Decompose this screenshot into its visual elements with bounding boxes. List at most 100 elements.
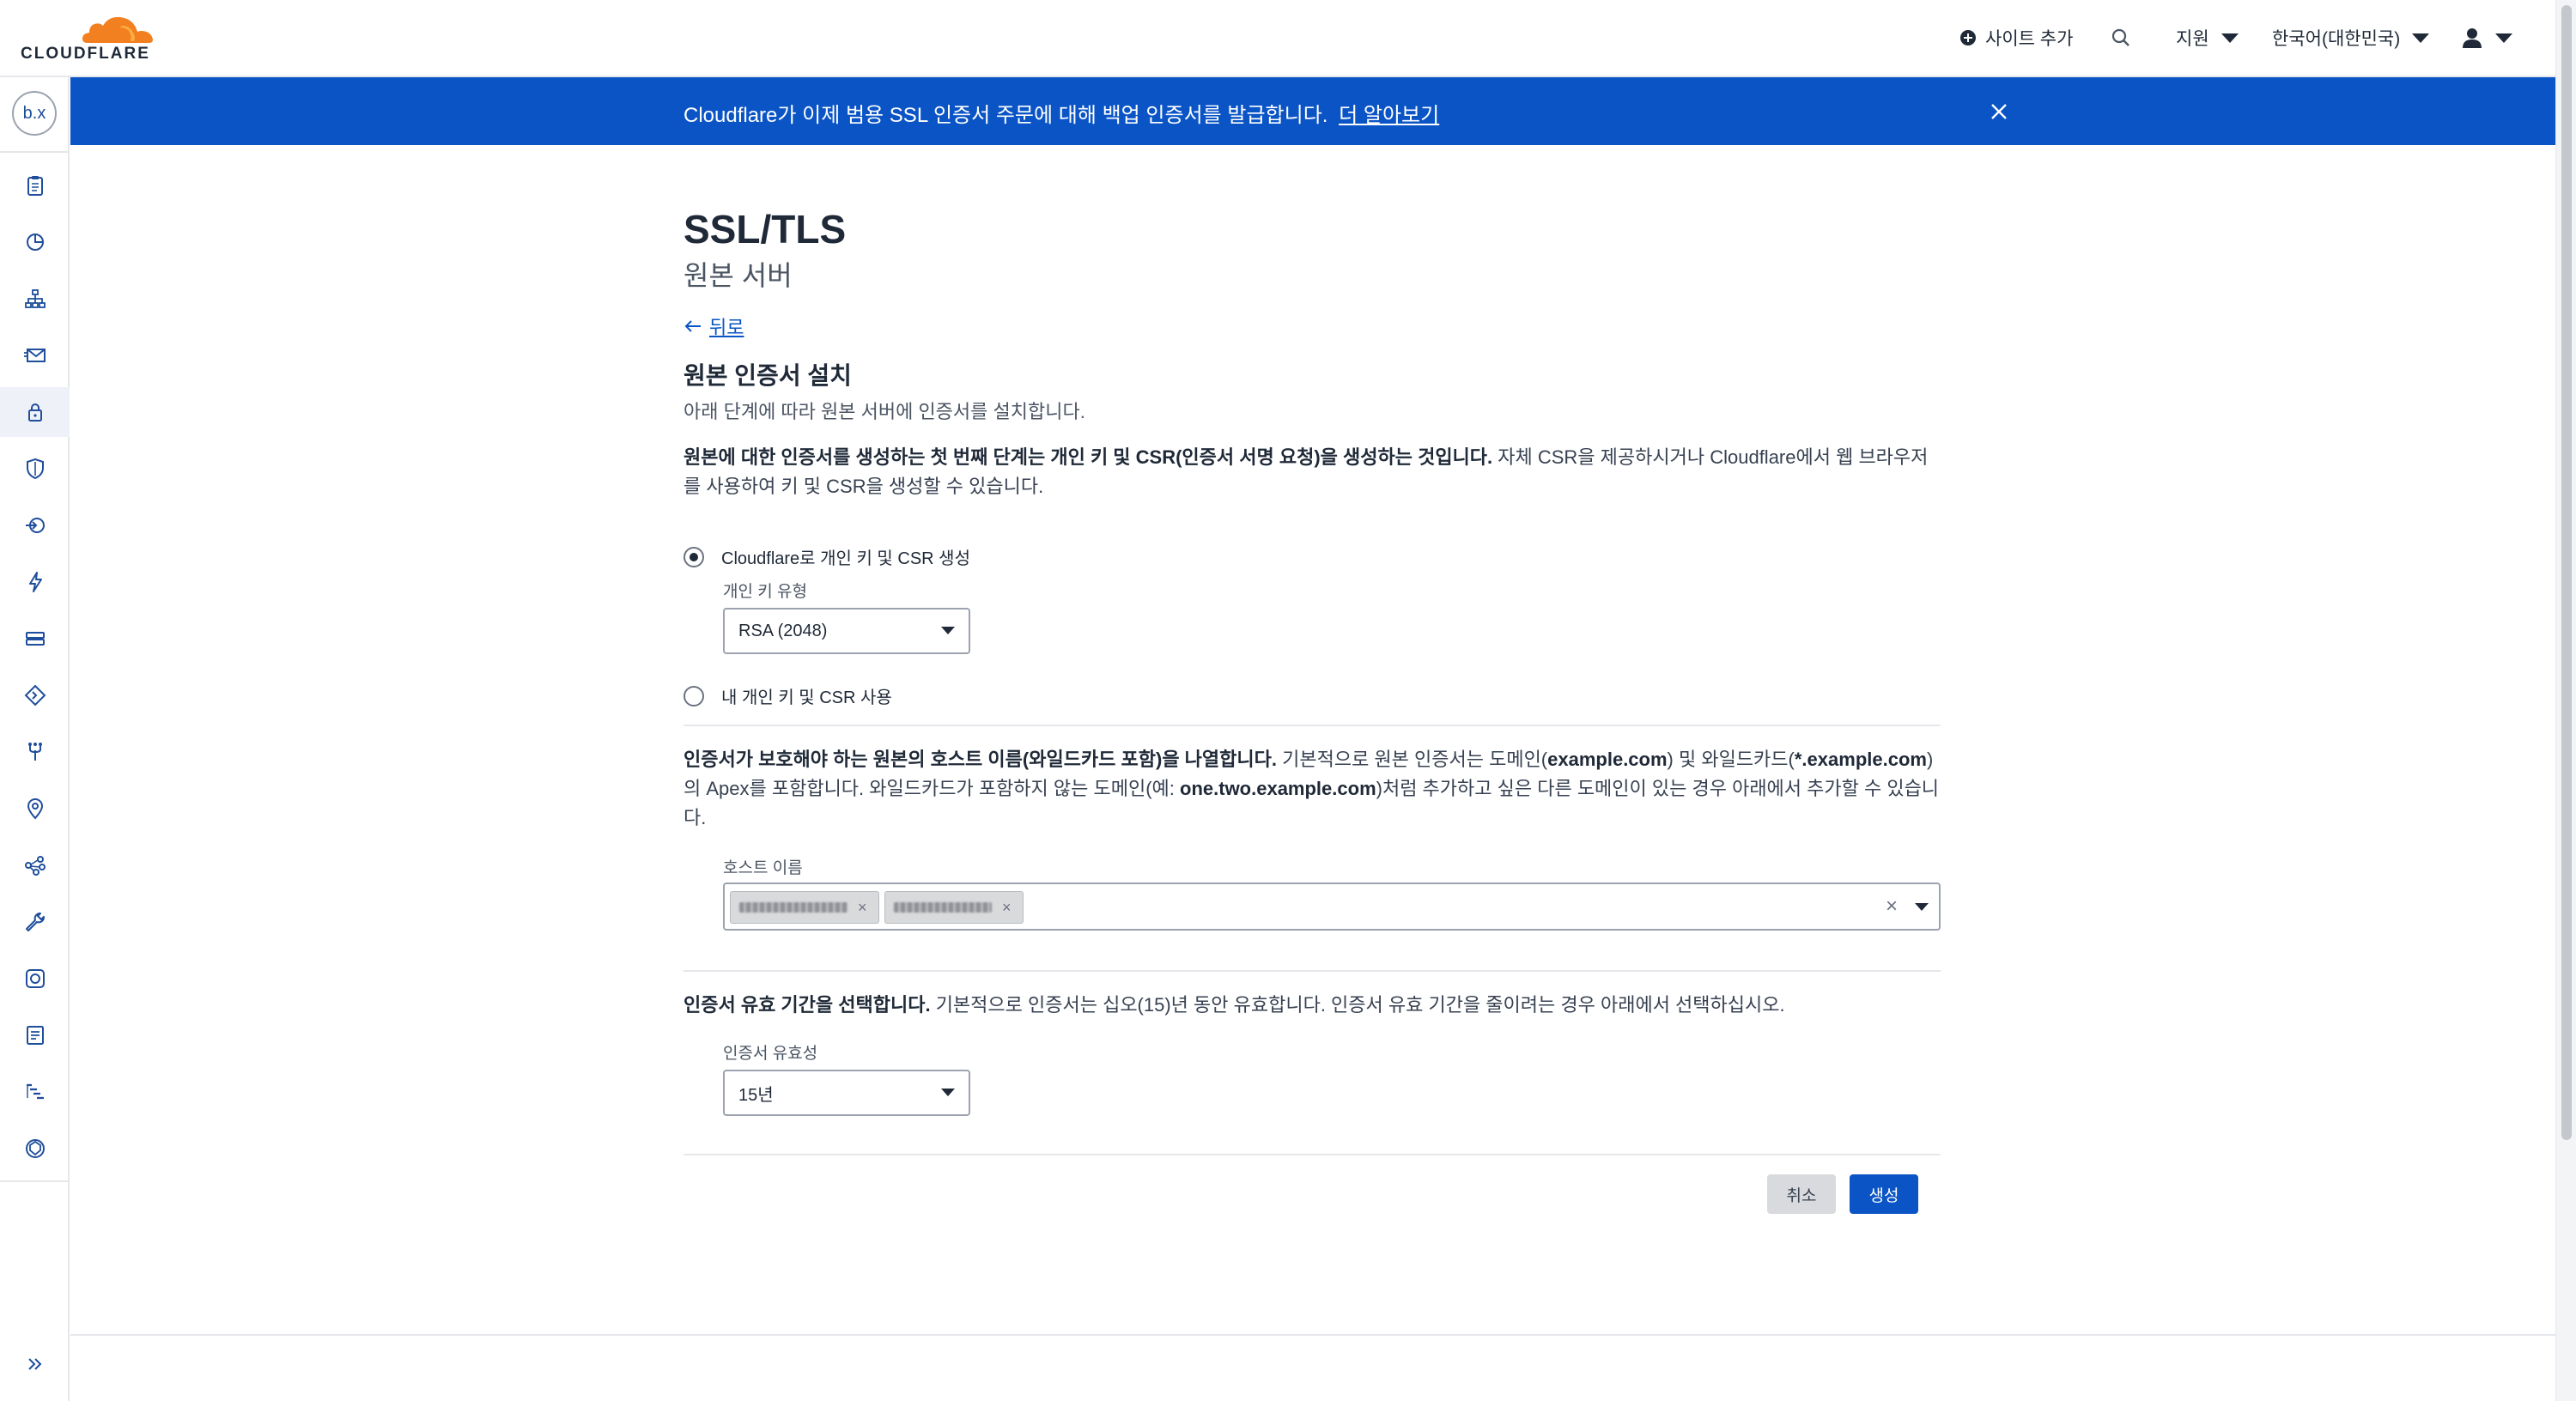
cloud-logo-icon: [82, 16, 153, 43]
radio-generate-with-cloudflare[interactable]: Cloudflare로 개인 키 및 CSR 생성: [683, 544, 970, 569]
sidebar-item-zero-trust[interactable]: [0, 1124, 70, 1174]
shield-icon: [26, 458, 44, 480]
sidebar-item-tools[interactable]: [0, 897, 70, 947]
radio-button-checked[interactable]: [683, 546, 704, 567]
caching-icon: [25, 632, 45, 646]
validity-label: 인증서 유효성: [723, 1045, 818, 1063]
example-wildcard: *.example.com: [1794, 749, 1927, 770]
chevron-down-icon: [941, 627, 955, 634]
sidebar-item-scrape-shield[interactable]: [0, 954, 70, 1004]
chevron-down-icon: [2495, 33, 2512, 43]
key-type-select[interactable]: RSA (2048): [723, 608, 970, 654]
lightning-icon: [28, 572, 42, 592]
page-scrollbar[interactable]: [2555, 0, 2576, 1401]
user-menu[interactable]: [2461, 22, 2512, 53]
search-button[interactable]: [2111, 22, 2131, 53]
zero-trust-icon: [25, 1139, 45, 1158]
hostnames-intro-text: ) 및 와일드카드(: [1667, 749, 1795, 770]
section-divider: [683, 1154, 1941, 1155]
validity-intro: 인증서 유효 기간을 선택합니다. 기본적으로 인증서는 십오(15)년 동안 …: [683, 991, 1941, 1020]
sidebar-item-custom-pages[interactable]: [0, 1010, 70, 1060]
cancel-button[interactable]: 취소: [1767, 1174, 1836, 1214]
top-bar: CLOUDFLARE 사이트 추가 지원 한국어(대한민국): [0, 0, 2555, 77]
validity-intro-text: 기본적으로 인증서는 십오(15)년 동안 유효합니다. 인증서 유효 기간을 …: [930, 994, 1785, 1016]
chevron-down-icon[interactable]: [1915, 903, 1929, 911]
network-icon: [27, 743, 42, 761]
network-tree-icon: [24, 289, 46, 308]
sidebar-item-overview[interactable]: [0, 161, 70, 210]
radio-generate-label: Cloudflare로 개인 키 및 CSR 생성: [721, 549, 970, 568]
chip-remove-button[interactable]: ×: [1002, 899, 1012, 917]
sidebar-item-ssl-tls[interactable]: [0, 387, 70, 437]
radio-own-label: 내 개인 키 및 CSR 사용: [721, 688, 892, 707]
sidebar-item-traffic[interactable]: [0, 784, 70, 834]
chip-remove-button[interactable]: ×: [858, 899, 867, 917]
scrollbar-thumb[interactable]: [2561, 5, 2572, 1140]
sidebar: b.x: [0, 77, 70, 1401]
logs-icon: [26, 1083, 44, 1100]
radio-button-unchecked[interactable]: [683, 685, 704, 707]
wrench-icon: [25, 913, 45, 931]
sidebar-item-dns[interactable]: [0, 274, 70, 324]
validity-value: 15년: [738, 1085, 774, 1105]
section-title: 원본 인증서 설치: [683, 362, 852, 389]
double-chevron-right-icon: [27, 1358, 41, 1370]
hostname-chip: ×: [884, 891, 1024, 924]
close-icon: [1991, 104, 2007, 119]
hostname-chip: ×: [730, 891, 879, 924]
add-site-button[interactable]: 사이트 추가: [1959, 22, 2073, 53]
sidebar-expand-button[interactable]: [0, 1339, 70, 1389]
banner-learn-more-link[interactable]: 더 알아보기: [1339, 104, 1439, 127]
page-subtitle: 원본 서버: [683, 260, 793, 291]
sidebar-item-network[interactable]: [0, 727, 70, 777]
hostnames-intro-text: 기본적으로 원본 인증서는 도메인(: [1277, 749, 1548, 770]
arrow-left-icon: [684, 320, 701, 332]
language-label: 한국어(대한민국): [2272, 29, 2401, 49]
hostnames-label: 호스트 이름: [723, 859, 803, 877]
support-label: 지원: [2176, 29, 2209, 49]
search-icon: [2111, 28, 2129, 46]
footer: [70, 1336, 2555, 1401]
sidebar-divider: [0, 1180, 70, 1182]
workers-icon: [24, 856, 46, 876]
clipboard-icon: [27, 176, 43, 196]
sidebar-item-security[interactable]: [0, 444, 70, 494]
hostname-chip-value-redacted: [894, 902, 992, 913]
language-menu[interactable]: 한국어(대한민국): [2272, 22, 2430, 53]
add-site-label: 사이트 추가: [1985, 29, 2074, 49]
announcement-banner: Cloudflare가 이제 범용 SSL 인증서 주문에 대해 백업 인증서를…: [70, 77, 2555, 145]
csr-intro-bold: 원본에 대한 인증서를 생성하는 첫 번째 단계는 개인 키 및 CSR(인증서…: [683, 446, 1493, 468]
user-icon: [2463, 28, 2482, 48]
clear-all-button[interactable]: ×: [1886, 895, 1898, 919]
hostnames-intro-bold: 인증서가 보호해야 하는 원본의 호스트 이름(와일드카드 포함)을 나열합니다…: [683, 749, 1277, 770]
create-button[interactable]: 생성: [1850, 1174, 1918, 1214]
email-icon: [23, 349, 46, 362]
sidebar-item-workers[interactable]: [0, 840, 70, 890]
brand-name: CLOUDFLARE: [21, 45, 150, 63]
account-avatar[interactable]: b.x: [12, 91, 57, 136]
traffic-icon: [25, 518, 45, 533]
support-menu[interactable]: 지원: [2176, 22, 2239, 53]
hostnames-intro: 인증서가 보호해야 하는 원본의 호스트 이름(와일드카드 포함)을 나열합니다…: [683, 745, 1941, 833]
sidebar-item-access[interactable]: [0, 500, 70, 550]
cloudflare-logo[interactable]: CLOUDFLARE: [21, 12, 155, 64]
banner-close-button[interactable]: [1987, 100, 2011, 124]
sidebar-item-rules[interactable]: [0, 670, 70, 720]
page-title: SSL/TLS: [683, 207, 847, 252]
chevron-down-icon: [941, 1089, 955, 1096]
hostnames-multiselect[interactable]: × × ×: [723, 882, 1941, 931]
validity-intro-bold: 인증서 유효 기간을 선택합니다.: [683, 994, 931, 1016]
banner-text: Cloudflare가 이제 범용 SSL 인증서 주문에 대해 백업 인증서를…: [683, 104, 1328, 127]
csr-intro: 원본에 대한 인증서를 생성하는 첫 번째 단계는 개인 키 및 CSR(인증서…: [683, 443, 1941, 501]
radio-use-own-key[interactable]: 내 개인 키 및 CSR 사용: [683, 683, 892, 708]
sidebar-item-caching[interactable]: [0, 614, 70, 664]
back-link[interactable]: 뒤로: [683, 312, 744, 340]
sidebar-item-speed[interactable]: [0, 557, 70, 607]
validity-select[interactable]: 15년: [723, 1070, 970, 1116]
sidebar-item-email[interactable]: [0, 331, 70, 380]
section-divider: [683, 970, 1941, 972]
chevron-down-icon: [2221, 33, 2239, 43]
banner-message: Cloudflare가 이제 범용 SSL 인증서 주문에 대해 백업 인증서를…: [683, 98, 1439, 128]
sidebar-item-analytics[interactable]: [0, 217, 70, 267]
sidebar-item-logs[interactable]: [0, 1067, 70, 1117]
